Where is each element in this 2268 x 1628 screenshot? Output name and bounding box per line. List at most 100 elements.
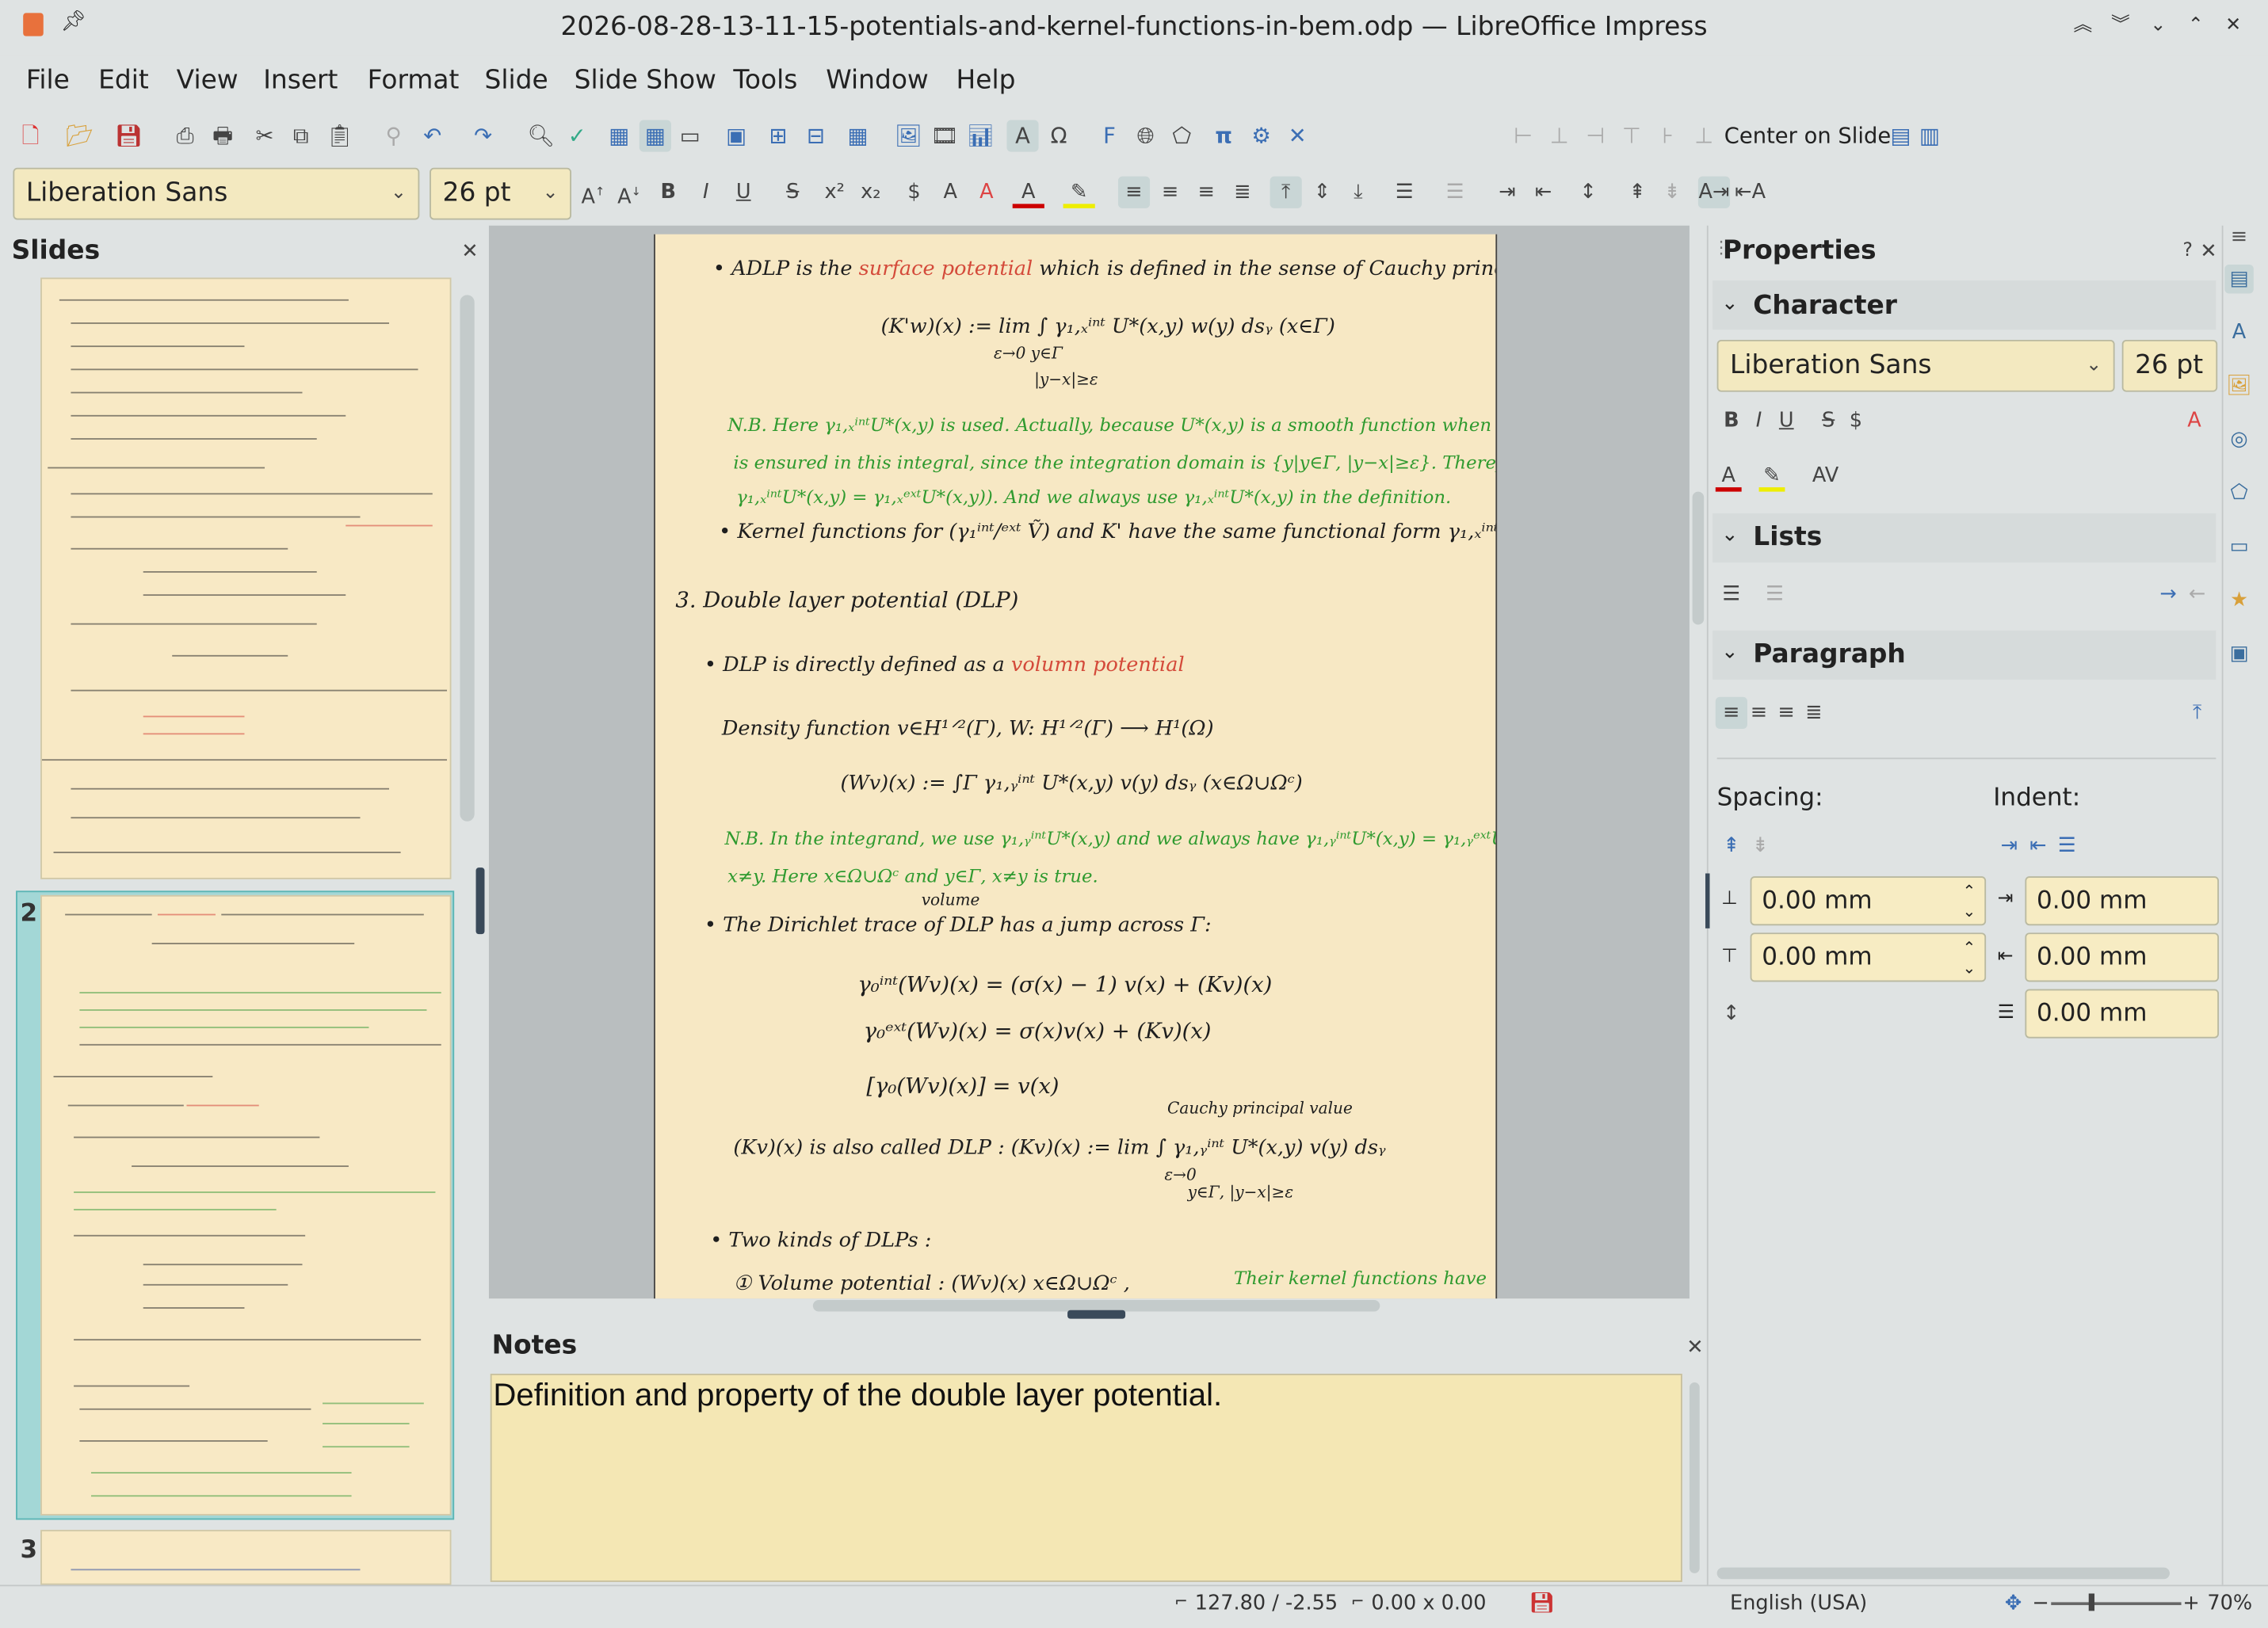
increase-paragraph-spacing-icon[interactable]: ⇞ bbox=[1621, 177, 1653, 208]
align-right-objects-icon[interactable]: ⊣ bbox=[1579, 120, 1611, 151]
table-icon[interactable]: ▦ bbox=[842, 120, 873, 151]
menu-slide-show[interactable]: Slide Show bbox=[568, 65, 722, 95]
bold-icon[interactable]: B bbox=[652, 177, 684, 208]
zoom-level[interactable]: 70% bbox=[2207, 1592, 2252, 1615]
cut-icon[interactable]: ✂ bbox=[249, 120, 281, 151]
indent-first-line-field[interactable]: 0.00 mm bbox=[2025, 989, 2220, 1039]
superscript-icon[interactable]: x² bbox=[819, 177, 850, 208]
menu-window[interactable]: Window bbox=[820, 65, 934, 95]
center-vertical-icon[interactable]: ⇕ bbox=[1306, 177, 1338, 208]
menu-format[interactable]: Format bbox=[361, 65, 464, 95]
panel-collapse-handle[interactable] bbox=[475, 867, 485, 935]
sidebar-align-top-icon[interactable]: ⤒ bbox=[2182, 697, 2213, 729]
slide-thumbnail-2[interactable] bbox=[40, 894, 452, 1516]
animation-tab-icon[interactable]: ★ bbox=[2224, 585, 2254, 615]
font-color-icon[interactable]: A bbox=[1012, 177, 1044, 208]
master-slides-tab-icon[interactable]: ▣ bbox=[2224, 639, 2254, 669]
send-back-icon[interactable]: ▥ bbox=[1914, 120, 1945, 151]
align-middle-objects-icon[interactable]: ⊦ bbox=[1651, 120, 1683, 151]
menu-file[interactable]: File bbox=[21, 65, 76, 95]
sidebar-clear-formatting-icon[interactable]: A bbox=[2178, 405, 2210, 437]
decrease-indent-icon[interactable]: ⇤ bbox=[1528, 177, 1560, 208]
align-center-objects-icon[interactable]: ⊥ bbox=[1544, 120, 1575, 151]
justify-icon[interactable]: ≣ bbox=[1227, 177, 1258, 208]
special-character-icon[interactable]: Ω bbox=[1043, 120, 1075, 151]
properties-tab-icon[interactable]: ▤ bbox=[2224, 265, 2254, 294]
tools-icon[interactable]: ✕ bbox=[1281, 120, 1313, 151]
subscript-icon[interactable]: x₂ bbox=[855, 177, 887, 208]
highlight-color-icon[interactable]: ✎ bbox=[1063, 177, 1095, 208]
decrease-paragraph-spacing-icon[interactable]: ⇟ bbox=[1656, 177, 1688, 208]
sidebar-character-spacing-icon[interactable]: AV bbox=[1805, 459, 1846, 491]
menu-insert[interactable]: Insert bbox=[258, 65, 344, 95]
underline-icon[interactable]: U bbox=[727, 177, 759, 208]
spin-arrows-icon[interactable]: ⌃ ⌄ bbox=[1963, 882, 1976, 922]
undo-icon[interactable]: ↶ bbox=[417, 120, 449, 151]
minimize-icon[interactable]: ⌄ bbox=[2145, 13, 2171, 39]
clone-formatting-icon[interactable]: ⚲ bbox=[377, 120, 409, 151]
copy-icon[interactable]: ⧉ bbox=[285, 120, 317, 151]
navigator-tab-icon[interactable]: ◎ bbox=[2224, 425, 2254, 455]
align-center-icon[interactable]: ≡ bbox=[1155, 177, 1186, 208]
grow-font-icon[interactable]: A↑ bbox=[577, 177, 609, 209]
new-icon[interactable]: 🗋︎ bbox=[14, 120, 46, 151]
left-to-right-icon[interactable]: A⇥ bbox=[1697, 176, 1731, 208]
align-bottom-icon[interactable]: ⤓ bbox=[1342, 177, 1374, 208]
sidebar-shadow-icon[interactable]: $ bbox=[1840, 405, 1872, 437]
outline-icon[interactable]: A bbox=[934, 177, 966, 208]
strikethrough-icon[interactable]: S bbox=[777, 177, 808, 208]
increase-spacing-icon[interactable]: ⇞ bbox=[1716, 830, 1747, 862]
right-to-left-icon[interactable]: ⇤A bbox=[1735, 177, 1766, 208]
numbered-list-icon[interactable]: ☰ bbox=[1439, 177, 1471, 208]
paste-icon[interactable]: 📋︎ bbox=[324, 120, 356, 151]
sidebar-numbered-list-icon[interactable]: ☰ bbox=[1759, 578, 1791, 610]
spacing-above-field[interactable]: 0.00 mm ⌃ ⌄ bbox=[1750, 876, 1987, 926]
media-icon[interactable]: 🎞︎ bbox=[929, 120, 960, 151]
menu-slide[interactable]: Slide bbox=[479, 65, 554, 95]
export-pdf-icon[interactable]: ⎙ bbox=[170, 120, 201, 151]
fit-slide-icon[interactable]: ✥ bbox=[2005, 1592, 2022, 1615]
slides-panel-scrollbar[interactable] bbox=[460, 295, 475, 822]
sidebar-font-size-combo[interactable]: 26 pt bbox=[2121, 339, 2218, 392]
hyperlink-icon[interactable]: 🌐︎ bbox=[1130, 120, 1162, 151]
textbox-icon[interactable]: A bbox=[1006, 120, 1039, 152]
close-notes-icon[interactable]: ✕ bbox=[1686, 1336, 1703, 1359]
bring-front-icon[interactable]: ▤ bbox=[1884, 120, 1916, 151]
display-views-icon[interactable]: ▭ bbox=[674, 120, 706, 151]
bullet-list-icon[interactable]: ☰ bbox=[1388, 177, 1420, 208]
slide-canvas[interactable]: • ADLP is the surface potential which is… bbox=[654, 234, 1498, 1299]
sidebar-decrease-indent-icon[interactable]: ⇤ bbox=[2022, 830, 2054, 862]
indent-after-field[interactable]: 0.00 mm bbox=[2025, 932, 2220, 982]
align-bottom-objects-icon[interactable]: ⊥ bbox=[1688, 120, 1720, 151]
sidebar-justify-icon[interactable]: ≣ bbox=[1798, 697, 1830, 729]
align-right-icon[interactable]: ≡ bbox=[1190, 177, 1222, 208]
sidebar-bullet-list-icon[interactable]: ☰ bbox=[1716, 578, 1747, 610]
slide-transition-tab-icon[interactable]: ▭ bbox=[2224, 532, 2254, 562]
sidebar-line-spacing-icon[interactable]: ↕ bbox=[1716, 997, 1747, 1029]
zoom-out-icon[interactable]: − bbox=[2033, 1592, 2049, 1615]
sidebar-increase-indent-icon[interactable]: ⇥ bbox=[1993, 830, 2025, 862]
chart-icon[interactable]: 📊︎ bbox=[964, 120, 996, 151]
notes-splitter-handle[interactable] bbox=[1067, 1310, 1126, 1319]
start-first-slide-icon[interactable]: ⊞ bbox=[762, 120, 794, 151]
notes-text-box[interactable]: Definition and property of the double la… bbox=[490, 1374, 1682, 1582]
math-settings-icon[interactable]: ⚙ bbox=[1246, 120, 1277, 151]
italic-icon[interactable]: I bbox=[690, 177, 722, 208]
font-name-combo[interactable]: Liberation Sans ⌄ bbox=[13, 167, 420, 220]
close-sidebar-icon[interactable]: ✕ bbox=[2200, 240, 2216, 263]
sidebar-font-color-icon[interactable]: A bbox=[1715, 459, 1742, 492]
shrink-font-icon[interactable]: A↓ bbox=[613, 177, 645, 209]
sidebar-horizontal-scrollbar[interactable] bbox=[1716, 1567, 2170, 1580]
open-icon[interactable]: 📂︎ bbox=[63, 120, 95, 151]
zoom-slider[interactable] bbox=[2051, 1602, 2182, 1606]
shapes-tab-icon[interactable]: ⬠ bbox=[2224, 478, 2254, 508]
shadow-icon[interactable]: $ bbox=[899, 177, 930, 208]
sidebar-highlight-icon[interactable]: ✎ bbox=[1758, 459, 1785, 492]
align-top-icon[interactable]: ⤒ bbox=[1270, 176, 1302, 208]
formula-icon[interactable]: π bbox=[1208, 120, 1239, 151]
image-icon[interactable]: 🖼︎ bbox=[892, 120, 924, 151]
slide-thumbnail-3[interactable] bbox=[40, 1530, 452, 1585]
gallery-tab-icon[interactable]: 🖼︎ bbox=[2224, 372, 2254, 401]
decrease-spacing-icon[interactable]: ⇟ bbox=[1744, 830, 1776, 862]
help-icon[interactable]: ? bbox=[2182, 240, 2193, 261]
